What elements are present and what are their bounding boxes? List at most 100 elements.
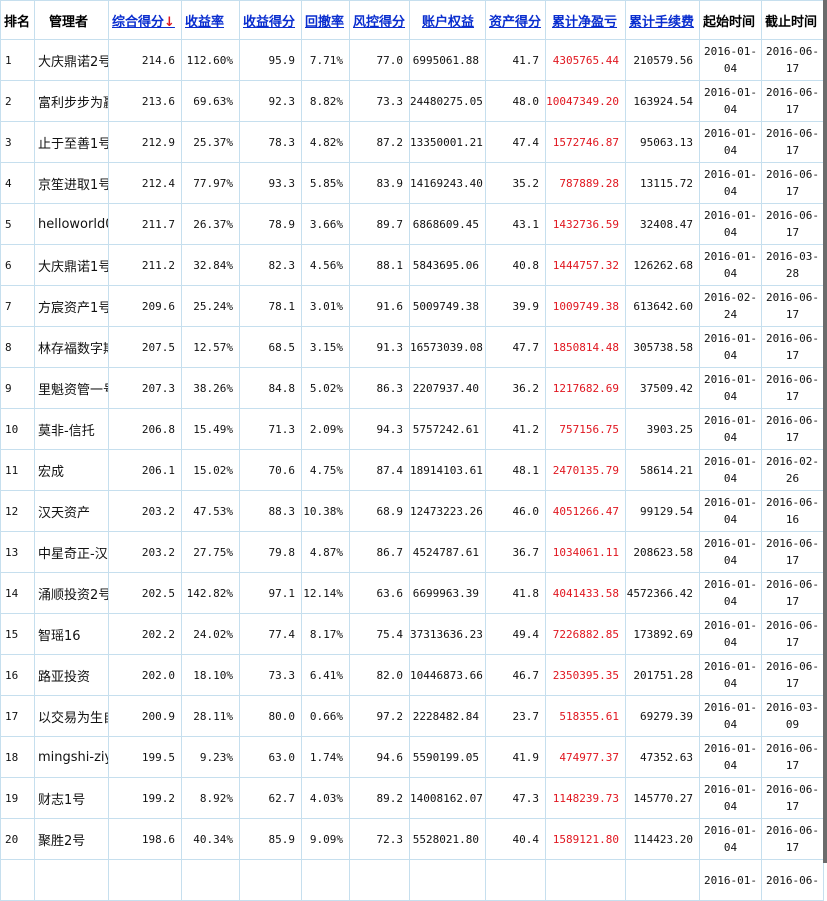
cell-manager[interactable]: 京笙进取1号 — [34, 162, 109, 204]
cell-manager[interactable]: 路亚投资 — [34, 654, 109, 696]
header-return-rate-sort[interactable]: 收益率 — [181, 0, 240, 40]
cell-rank: 9 — [0, 367, 35, 409]
cell-return-rate: 112.60% — [181, 39, 240, 81]
cell-start: 2016-01-04 — [699, 203, 762, 245]
cell-end: 2016-06-17 — [761, 39, 824, 81]
cell-manager[interactable]: 大庆鼎诺1号 — [34, 244, 109, 286]
cell-manager[interactable]: 大庆鼎诺2号 — [34, 39, 109, 81]
cell-asset-score: 36.7 — [485, 531, 546, 573]
cell-end: 2016-02-26 — [761, 449, 824, 491]
cell-cum-fee: 13115.72 — [625, 162, 700, 204]
cell-manager[interactable]: helloworld0 — [34, 203, 109, 245]
cell-manager[interactable]: 聚胜2号 — [34, 818, 109, 860]
cell-asset-score: 47.4 — [485, 121, 546, 163]
cell-end: 2016-06- — [761, 859, 824, 901]
cell-cum-profit: 1589121.80 — [545, 818, 626, 860]
cell-cum-profit: 4041433.58 — [545, 572, 626, 614]
cell-rank: 19 — [0, 777, 35, 819]
cell-cum-fee: 208623.58 — [625, 531, 700, 573]
table-row: 3 止于至善1号 212.9 25.37% 78.3 4.82% 87.2 13350001.… — [0, 121, 824, 163]
cell-manager[interactable]: 以交易为生自 — [34, 695, 109, 737]
header-score-sort[interactable]: 综合得分↓ — [108, 0, 182, 40]
cell-manager[interactable]: 涌顺投资2号 — [34, 572, 109, 614]
header-row: 排名 管理者 综合得分↓ 收益率 收益得分 回撤率 风控得分 账户权益 资产得分… — [0, 0, 824, 40]
header-return-score-sort[interactable]: 收益得分 — [239, 0, 302, 40]
cell-asset-score — [485, 859, 546, 901]
cell-manager[interactable]: 中星奇正-汉 — [34, 531, 109, 573]
header-risk-score-sort[interactable]: 风控得分 — [349, 0, 410, 40]
cell-manager[interactable]: 里魁资管一号 — [34, 367, 109, 409]
cell-asset-score: 48.1 — [485, 449, 546, 491]
cell-cum-fee: 210579.56 — [625, 39, 700, 81]
cell-rank: 4 — [0, 162, 35, 204]
cell-score — [108, 859, 182, 901]
cell-asset-score: 41.8 — [485, 572, 546, 614]
cell-return-score: 78.9 — [239, 203, 302, 245]
cell-manager[interactable]: mingshi-ziyo — [34, 736, 109, 778]
cell-score: 206.8 — [108, 408, 182, 450]
table-row: 4 京笙进取1号 212.4 77.97% 93.3 5.85% 83.9 14169243.… — [0, 162, 824, 204]
cell-end: 2016-06-17 — [761, 367, 824, 409]
cell-score: 207.3 — [108, 367, 182, 409]
cell-return-score: 63.0 — [239, 736, 302, 778]
cell-cum-fee: 613642.60 — [625, 285, 700, 327]
cell-manager[interactable]: 方宸资产1号 — [34, 285, 109, 327]
cell-manager[interactable]: 莫非-信托 — [34, 408, 109, 450]
cell-equity: 6995061.88 — [409, 39, 486, 81]
cell-drawdown: 8.17% — [301, 613, 350, 655]
cell-rank: 5 — [0, 203, 35, 245]
cell-start: 2016-01-04 — [699, 449, 762, 491]
cell-equity: 2207937.40 — [409, 367, 486, 409]
cell-start: 2016-01-04 — [699, 654, 762, 696]
cell-manager[interactable]: 富利步步为赢 — [34, 80, 109, 122]
cell-return-score: 82.3 — [239, 244, 302, 286]
header-drawdown-sort[interactable]: 回撤率 — [301, 0, 350, 40]
cell-return-rate: 15.02% — [181, 449, 240, 491]
cell-manager[interactable]: 财志1号 — [34, 777, 109, 819]
cell-start: 2016-01-04 — [699, 367, 762, 409]
cell-cum-profit: 1034061.11 — [545, 531, 626, 573]
cell-cum-fee: 32408.47 — [625, 203, 700, 245]
cell-asset-score: 41.7 — [485, 39, 546, 81]
cell-manager[interactable]: 宏成 — [34, 449, 109, 491]
vertical-scrollbar[interactable] — [823, 0, 827, 863]
cell-return-rate: 77.97% — [181, 162, 240, 204]
cell-risk-score: 89.7 — [349, 203, 410, 245]
cell-manager[interactable]: 止于至善1号 — [34, 121, 109, 163]
table-row: 10 莫非-信托 206.8 15.49% 71.3 2.09% 94.3 5757242.6… — [0, 408, 824, 450]
cell-drawdown: 4.82% — [301, 121, 350, 163]
cell-drawdown: 2.09% — [301, 408, 350, 450]
header-cum-profit-sort[interactable]: 累计净盈亏 — [545, 0, 626, 40]
header-equity-sort[interactable]: 账户权益 — [409, 0, 486, 40]
cell-start: 2016-01-04 — [699, 613, 762, 655]
cell-start: 2016-01-04 — [699, 777, 762, 819]
cell-end: 2016-06-17 — [761, 777, 824, 819]
cell-cum-profit: 1572746.87 — [545, 121, 626, 163]
cell-risk-score: 75.4 — [349, 613, 410, 655]
cell-risk-score: 88.1 — [349, 244, 410, 286]
cell-cum-fee: 201751.28 — [625, 654, 700, 696]
cell-asset-score: 40.8 — [485, 244, 546, 286]
cell-start: 2016-01-04 — [699, 162, 762, 204]
header-score-label[interactable]: 综合得分 — [112, 15, 164, 30]
header-asset-score-sort[interactable]: 资产得分 — [485, 0, 546, 40]
cell-equity: 5757242.61 — [409, 408, 486, 450]
cell-rank: 10 — [0, 408, 35, 450]
cell-score: 199.5 — [108, 736, 182, 778]
cell-return-score: 68.5 — [239, 326, 302, 368]
cell-cum-fee — [625, 859, 700, 901]
cell-manager[interactable] — [34, 859, 109, 901]
cell-rank: 8 — [0, 326, 35, 368]
cell-risk-score — [349, 859, 410, 901]
cell-manager[interactable]: 汉天资产 — [34, 490, 109, 532]
header-cum-fee-sort[interactable]: 累计手续费 — [625, 0, 700, 40]
cell-start: 2016-01-04 — [699, 121, 762, 163]
cell-manager[interactable]: 林存福数字期 — [34, 326, 109, 368]
cell-manager[interactable]: 智瑶16 — [34, 613, 109, 655]
cell-cum-profit: 1444757.32 — [545, 244, 626, 286]
cell-end: 2016-06-17 — [761, 162, 824, 204]
cell-rank: 20 — [0, 818, 35, 860]
cell-end: 2016-06-17 — [761, 408, 824, 450]
cell-cum-fee: 114423.20 — [625, 818, 700, 860]
cell-cum-fee: 173892.69 — [625, 613, 700, 655]
